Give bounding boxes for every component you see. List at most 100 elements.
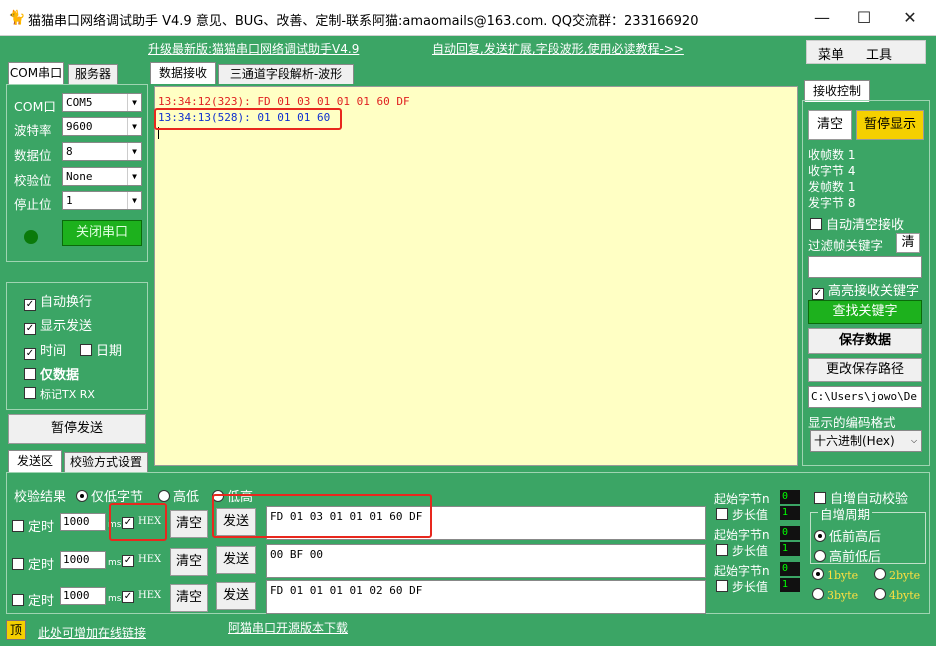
online-link[interactable]: 此处可增加在线链接 (38, 624, 146, 641)
encoding-select[interactable]: 十六进制(Hex) ⌵ (810, 430, 922, 452)
interval-input[interactable]: 1000 (60, 551, 106, 569)
highlight-checkbox[interactable]: ✓ 高亮接收关键字 (812, 280, 919, 300)
start-byte-input[interactable]: 0 (780, 562, 800, 576)
change-path-button[interactable]: 更改保存路径 (808, 358, 922, 382)
byte4-radio[interactable]: 4byte (874, 588, 920, 602)
minimize-button[interactable]: — (808, 6, 836, 30)
step-checkbox[interactable]: 步长值 (716, 578, 768, 595)
checksum-highlow-label: 高低 (173, 490, 200, 505)
step-input[interactable]: 1 (780, 542, 800, 556)
send-button[interactable]: 发送 (216, 582, 256, 610)
parity-select[interactable]: None ▼ (62, 167, 142, 186)
clear-send-button[interactable]: 清空 (170, 510, 208, 538)
start-byte-label: 起始字节n (714, 492, 770, 506)
step-input[interactable]: 1 (780, 506, 800, 520)
timer-label: 定时 (28, 520, 55, 535)
step-input[interactable]: 1 (780, 578, 800, 592)
time-checkbox[interactable]: ✓ 时间 (24, 340, 66, 360)
maximize-button[interactable]: ☐ (850, 6, 878, 30)
filter-clear-button[interactable]: 清 (896, 233, 920, 253)
auto-clear-checkbox[interactable]: 自动清空接收 (810, 214, 904, 233)
date-checkbox[interactable]: 日期 (80, 340, 122, 359)
tab-receive-control[interactable]: 接收控制 (804, 80, 870, 102)
radio-icon (158, 490, 170, 502)
auto-reply-link[interactable]: 自动回复,发送扩展,字段波形,使用必读教程->> (432, 40, 684, 57)
timer-checkbox[interactable]: 定时 (12, 590, 54, 609)
step-checkbox[interactable]: 步长值 (716, 506, 768, 523)
encoding-value: 十六进制(Hex) (814, 434, 895, 448)
frames-rx-stat: 收帧数 1 (808, 146, 855, 163)
close-port-button[interactable]: 关闭串口 (62, 220, 142, 246)
receive-textarea[interactable]: 13:34:12(323): FD 01 03 01 01 01 60 DF 1… (154, 86, 798, 466)
chevron-down-icon: ▼ (127, 168, 141, 185)
chevron-down-icon: ⌵ (910, 436, 918, 445)
highlight-box (154, 108, 342, 130)
clear-send-button[interactable]: 清空 (170, 584, 208, 612)
send-data-input[interactable]: 00 BF 00 (266, 544, 706, 578)
send-button[interactable]: 发送 (216, 546, 256, 574)
interval-input[interactable]: 1000 (60, 513, 106, 531)
top-button[interactable]: 顶 (6, 620, 26, 640)
tab-checksum-settings[interactable]: 校验方式设置 (64, 452, 148, 472)
checksum-label-text: 校验结果 (14, 490, 67, 505)
tab-server[interactable]: 服务器 (68, 64, 118, 84)
parity-value: None (66, 170, 93, 183)
mark-txrx-checkbox[interactable]: 标记TX RX (24, 386, 95, 402)
timer-checkbox[interactable]: 定时 (12, 516, 54, 535)
pause-display-button[interactable]: 暂停显示 (856, 110, 924, 140)
show-send-checkbox[interactable]: ✓ 显示发送 (24, 315, 92, 335)
bytes-tx-value: 8 (847, 196, 856, 210)
tab-com[interactable]: COM串口 (8, 62, 64, 84)
byte3-radio[interactable]: 3byte (812, 588, 858, 602)
filter-input[interactable] (808, 256, 922, 278)
databits-select[interactable]: 8 ▼ (62, 142, 142, 161)
com-select[interactable]: COM5 ▼ (62, 93, 142, 112)
step-label: 步长值 (732, 580, 769, 594)
window-title: 猫猫串口网络调试助手 V4.9 意见、BUG、改善、定制-联系阿猫:amaoma… (28, 14, 699, 29)
upgrade-link[interactable]: 升级最新版:猫猫串口网络调试助手V4.9 (148, 40, 359, 57)
checkbox-unchecked-icon (12, 558, 24, 570)
open-source-link[interactable]: 阿猫串口开源版本下载 (228, 619, 348, 636)
menu-item-menu[interactable]: 菜单 (818, 44, 844, 63)
send-data-input[interactable]: FD 01 01 01 01 02 60 DF (266, 580, 706, 614)
high-low-radio[interactable]: 高前低后 (814, 546, 881, 565)
byte2-radio[interactable]: 2byte (874, 568, 920, 582)
ms-label: ms (108, 594, 122, 604)
hex-checkbox[interactable]: ✓ HEX (122, 590, 161, 603)
bytes-tx-label: 发字节 (808, 196, 845, 210)
auto-wrap-checkbox[interactable]: ✓ 自动换行 (24, 291, 92, 311)
byte4-label: 4byte (889, 589, 921, 602)
save-data-button[interactable]: 保存数据 (808, 328, 922, 354)
start-byte-input[interactable]: 0 (780, 490, 800, 504)
interval-input[interactable]: 1000 (60, 587, 106, 605)
clear-receive-button[interactable]: 清空 (808, 110, 852, 140)
byte1-radio[interactable]: 1byte (812, 568, 858, 582)
stopbits-select[interactable]: 1 ▼ (62, 191, 142, 210)
bytes-rx-value: 4 (847, 164, 856, 178)
tab-data-receive[interactable]: 数据接收 (150, 62, 216, 84)
auto-clear-label: 自动清空接收 (826, 218, 905, 233)
pause-send-button[interactable]: 暂停发送 (8, 414, 146, 444)
save-path-input[interactable]: C:\Users\jowo\De (808, 386, 922, 408)
hex-checkbox[interactable]: ✓ HEX (122, 554, 161, 567)
step-checkbox[interactable]: 步长值 (716, 542, 768, 559)
checkbox-unchecked-icon (810, 218, 822, 230)
tab-send-area[interactable]: 发送区 (8, 450, 62, 472)
radio-selected-icon (76, 490, 88, 502)
menu-item-tools[interactable]: 工具 (866, 44, 892, 63)
tab-three-channel[interactable]: 三通道字段解析-波形 (218, 64, 354, 84)
data-only-checkbox[interactable]: 仅数据 (24, 364, 79, 383)
find-keyword-button[interactable]: 查找关键字 (808, 300, 922, 324)
timer-checkbox[interactable]: 定时 (12, 554, 54, 573)
show-send-label: 显示发送 (40, 319, 93, 334)
baud-select[interactable]: 9600 ▼ (62, 117, 142, 136)
radio-icon (874, 588, 886, 600)
hex-label: HEX (138, 554, 162, 565)
frames-tx-stat: 发帧数 1 (808, 178, 855, 195)
close-button[interactable]: ✕ (896, 6, 924, 30)
clear-send-button[interactable]: 清空 (170, 548, 208, 576)
checkbox-checked-icon: ✓ (122, 555, 134, 567)
start-byte-input[interactable]: 0 (780, 526, 800, 540)
byte3-label: 3byte (827, 589, 859, 602)
low-high-radio[interactable]: 低前高后 (814, 526, 881, 545)
